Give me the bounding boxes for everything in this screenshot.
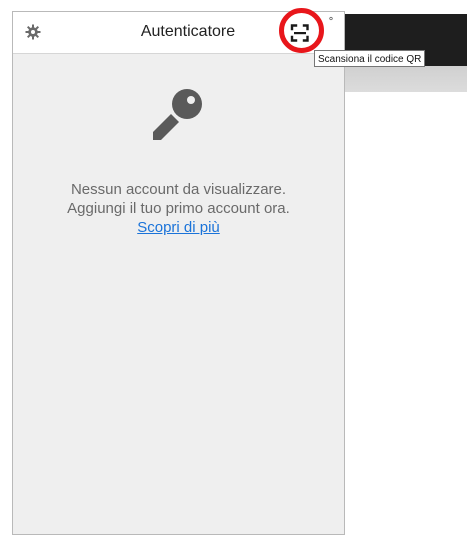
empty-state-message: Nessun account da visualizzare. Aggiungi… [13, 180, 344, 237]
browser-page-area [345, 92, 467, 544]
learn-more-link[interactable]: Scopri di più [137, 219, 220, 236]
highlight-circle [279, 8, 324, 53]
empty-state-line-2: Aggiungi il tuo primo account ora. [67, 200, 290, 217]
browser-toolbar-strip [345, 66, 467, 92]
page-title: Autenticatore [140, 23, 236, 40]
gear-icon[interactable] [25, 24, 41, 40]
scan-qr-tooltip: Scansiona il codice QR [314, 50, 426, 67]
popup-header: Autenticatore ˚ [13, 8, 344, 54]
key-icon [153, 89, 202, 140]
empty-state-line-1: Nessun account da visualizzare. [70, 181, 287, 198]
authenticator-popup: Autenticatore ˚ Nessun account da visual… [12, 8, 345, 535]
more-options-icon[interactable]: ˚ [329, 16, 334, 30]
screenshot: Autenticatore ˚ Nessun account da visual… [0, 0, 467, 544]
